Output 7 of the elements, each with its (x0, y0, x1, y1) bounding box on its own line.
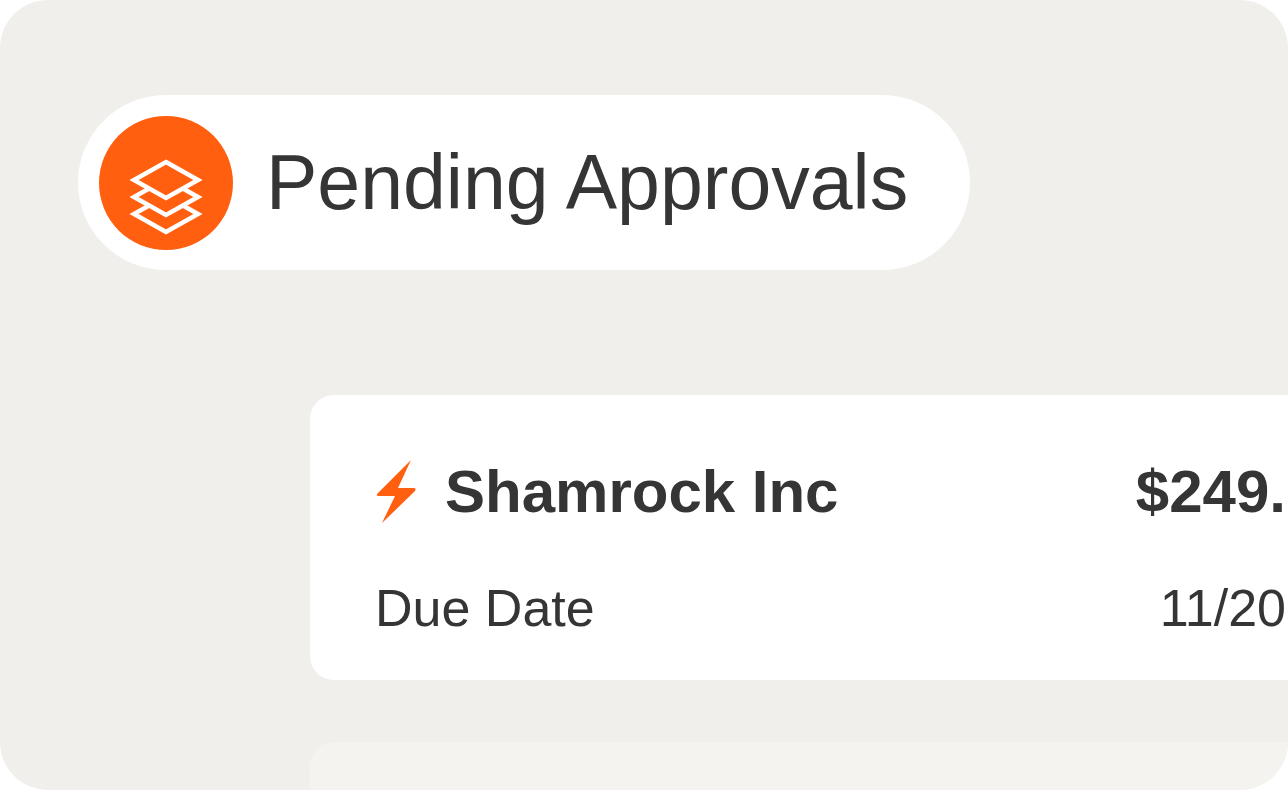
amount: $249. (1135, 461, 1286, 522)
layers-icon (99, 115, 233, 250)
approval-card[interactable]: Shamrock Inc $249. Due Date 11/20 (310, 395, 1288, 680)
vendor-name: Shamrock Inc (445, 461, 839, 522)
due-date-label: Due Date (375, 582, 595, 634)
due-date-value: 11/20 (1159, 582, 1286, 634)
lightning-bolt-icon (375, 460, 417, 523)
